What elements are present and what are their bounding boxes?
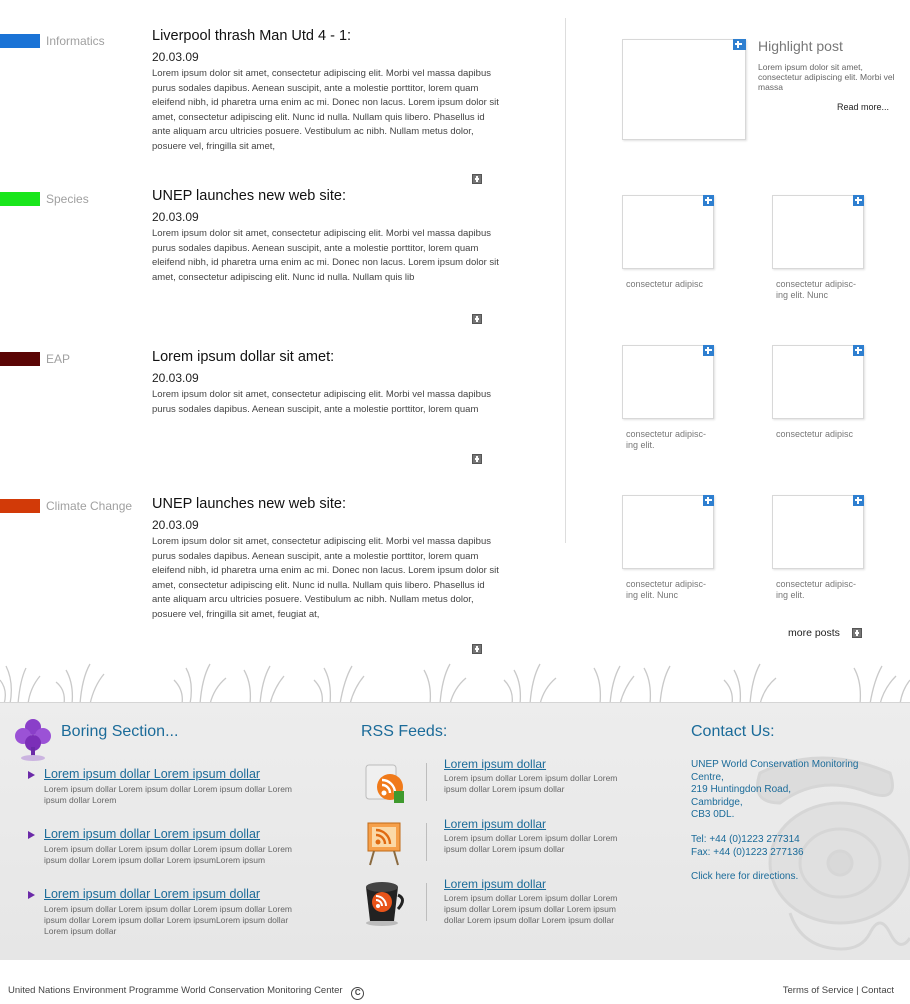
flower-icon: [15, 719, 51, 761]
post-date: 20.03.09: [152, 210, 199, 224]
highlight-text: Lorem ipsum dolor sit amet, consectetur …: [758, 62, 895, 92]
copyright-icon: C: [351, 987, 365, 1000]
rss-heading: RSS Feeds:: [361, 723, 448, 740]
copyright-label: United Nations Environment Programme Wor…: [8, 985, 343, 996]
boring-item-desc: Lorem ipsum dollar Lorem ipsum dollar Lo…: [44, 904, 293, 936]
copyright-text: United Nations Environment Programme Wor…: [8, 985, 365, 1000]
post-thumbnail[interactable]: [772, 345, 864, 419]
main-content: Informatics Species EAP Climate Change L…: [0, 0, 910, 665]
post-title[interactable]: Lorem ipsum dollar sit amet:: [152, 348, 502, 366]
boring-item-desc: Lorem ipsum dollar Lorem ipsum dollar Lo…: [44, 784, 293, 805]
category-label: Informatics: [46, 34, 105, 48]
rss-item-desc: Lorem ipsum dollar Lorem ipsum dollar Lo…: [444, 773, 618, 794]
rss-item-desc: Lorem ipsum dollar Lorem ipsum dollar Lo…: [444, 893, 618, 925]
read-more-link[interactable]: Read more...: [837, 102, 889, 112]
post: UNEP launches new web site: 20.03.09 Lor…: [152, 495, 502, 622]
bottom-links: Terms of Service | Contact: [783, 985, 894, 996]
column-divider: [565, 18, 566, 543]
more-posts-icon[interactable]: [852, 628, 862, 638]
highlight-title[interactable]: Highlight post: [758, 38, 843, 54]
post-title[interactable]: Liverpool thrash Man Utd 4 - 1:: [152, 27, 502, 45]
boring-item-link[interactable]: Lorem ipsum dollar Lorem ipsum dollar: [44, 767, 260, 781]
highlight-thumbnail[interactable]: [622, 39, 746, 140]
post-body: Lorem ipsum dolor sit amet, consectetur …: [152, 228, 499, 283]
thumbnail-caption: consectetur adipisc- ing elit. Nunc: [626, 579, 707, 600]
rss-item-link[interactable]: Lorem ipsum dollar: [444, 757, 546, 771]
link-separator: |: [856, 985, 859, 996]
plus-icon[interactable]: [853, 495, 864, 506]
post-body: Lorem ipsum dolor sit amet, consectetur …: [152, 68, 499, 152]
plus-icon[interactable]: [703, 495, 714, 506]
footer-panel: Boring Section... Lorem ipsum dollar Lor…: [0, 702, 910, 960]
boring-item-link[interactable]: Lorem ipsum dollar Lorem ipsum dollar: [44, 887, 260, 901]
bullet-arrow-icon: [28, 771, 35, 779]
post-thumbnail[interactable]: [772, 495, 864, 569]
post: Liverpool thrash Man Utd 4 - 1: 20.03.09…: [152, 27, 502, 154]
expand-post-icon[interactable]: [472, 314, 482, 324]
category-label: Climate Change: [46, 499, 133, 513]
rss-feed-icon[interactable]: [360, 877, 408, 927]
grass-decoration: [0, 663, 910, 704]
category-color-bar: [0, 192, 40, 206]
contact-link[interactable]: Contact: [861, 985, 894, 996]
rss-divider: [426, 763, 427, 801]
bullet-arrow-icon: [28, 891, 35, 899]
post: UNEP launches new web site: 20.03.09 Lor…: [152, 187, 502, 285]
post-title[interactable]: UNEP launches new web site:: [152, 495, 502, 513]
plus-icon[interactable]: [733, 39, 746, 50]
post-thumbnail[interactable]: [622, 345, 714, 419]
post-body: Lorem ipsum dolor sit amet, consectetur …: [152, 536, 499, 620]
rss-item-link[interactable]: Lorem ipsum dollar: [444, 877, 546, 891]
rss-divider: [426, 823, 427, 861]
post-date: 20.03.09: [152, 50, 199, 64]
category-label: EAP: [46, 352, 71, 366]
category-label: Species: [46, 192, 89, 206]
category-color-bar: [0, 34, 40, 48]
post-date: 20.03.09: [152, 518, 199, 532]
post-title[interactable]: UNEP launches new web site:: [152, 187, 502, 205]
post-thumbnail[interactable]: [622, 495, 714, 569]
rss-divider: [426, 883, 427, 921]
rss-feed-icon[interactable]: [360, 817, 408, 867]
plus-icon[interactable]: [853, 345, 864, 356]
plus-icon[interactable]: [703, 195, 714, 206]
expand-post-icon[interactable]: [472, 644, 482, 654]
directions-link[interactable]: Click here for directions.: [691, 871, 798, 882]
post-thumbnail[interactable]: [622, 195, 714, 269]
thumbnail-caption: consectetur adipisc: [626, 279, 704, 289]
category-color-bar: [0, 499, 40, 513]
rss-item-desc: Lorem ipsum dollar Lorem ipsum dollar Lo…: [444, 833, 618, 854]
post-body: Lorem ipsum dolor sit amet, consectetur …: [152, 389, 491, 415]
thumbnail-caption: consectetur adipisc- ing elit. Nunc: [776, 279, 857, 300]
plus-icon[interactable]: [703, 345, 714, 356]
boring-section-heading: Boring Section...: [61, 723, 179, 740]
rss-feed-icon[interactable]: [360, 757, 408, 807]
rss-item-link[interactable]: Lorem ipsum dollar: [444, 817, 546, 831]
bullet-arrow-icon: [28, 831, 35, 839]
terms-of-service-link[interactable]: Terms of Service: [783, 985, 854, 996]
thumbnail-caption: consectetur adipisc: [776, 429, 854, 439]
expand-post-icon[interactable]: [472, 454, 482, 464]
post: Lorem ipsum dollar sit amet: 20.03.09 Lo…: [152, 348, 502, 417]
boring-item-link[interactable]: Lorem ipsum dollar Lorem ipsum dollar: [44, 827, 260, 841]
post-date: 20.03.09: [152, 371, 199, 385]
more-posts-link[interactable]: more posts: [788, 627, 840, 639]
thumbnail-caption: consectetur adipisc- ing elit.: [626, 429, 707, 450]
category-color-bar: [0, 352, 40, 366]
contact-address: UNEP World Conservation Monitoring Centr…: [691, 759, 859, 820]
boring-item-desc: Lorem ipsum dollar Lorem ipsum dollar Lo…: [44, 844, 293, 865]
thumbnail-caption: consectetur adipisc- ing elit.: [776, 579, 857, 600]
expand-post-icon[interactable]: [472, 174, 482, 184]
post-thumbnail[interactable]: [772, 195, 864, 269]
plus-icon[interactable]: [853, 195, 864, 206]
contact-heading: Contact Us:: [691, 723, 775, 740]
contact-phone: Tel: +44 (0)1223 277314 Fax: +44 (0)1223…: [691, 834, 804, 858]
